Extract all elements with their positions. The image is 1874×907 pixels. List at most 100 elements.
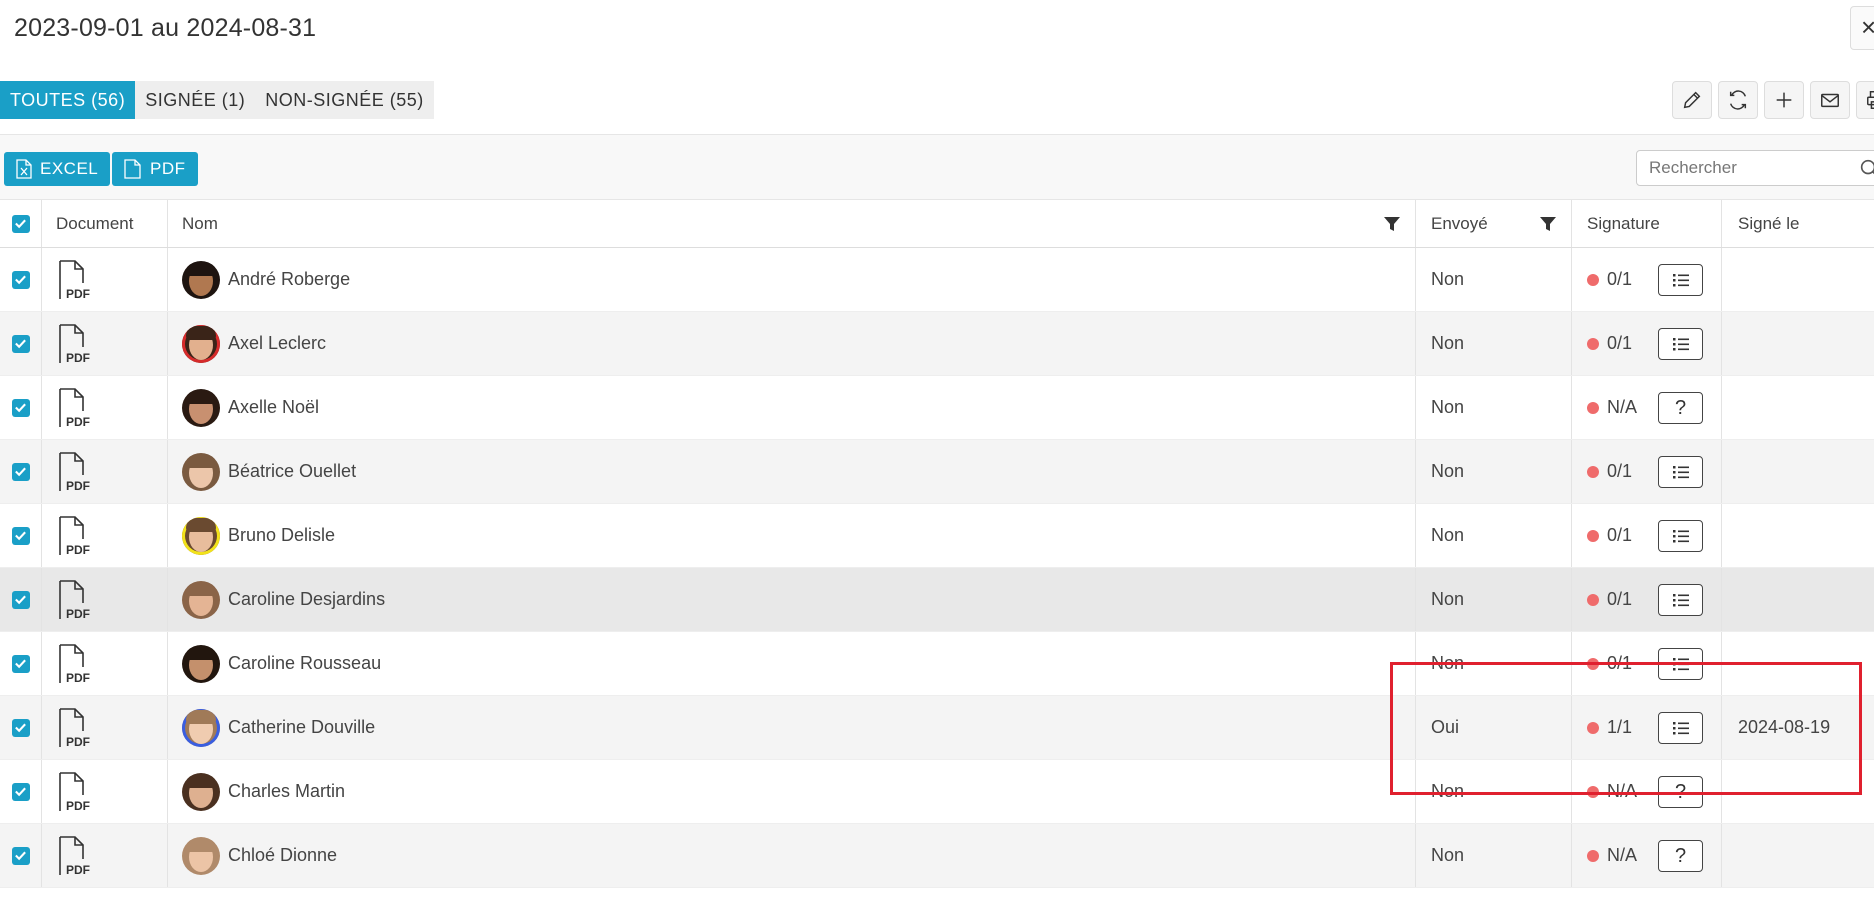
col-envoye[interactable]: Envoyé: [1416, 200, 1572, 247]
name-cell: Caroline Desjardins: [168, 568, 1416, 631]
pdf-document-icon[interactable]: PDF: [56, 323, 94, 365]
add-button[interactable]: [1764, 81, 1804, 119]
table-row[interactable]: PDF Charles Martin Non N/A ?: [0, 760, 1874, 824]
table-row[interactable]: PDF André Roberge Non 0/1: [0, 248, 1874, 312]
table-row[interactable]: PDF Catherine Douville Oui 1/1 2024-08-1…: [0, 696, 1874, 760]
excel-export-button[interactable]: EXCEL: [4, 152, 111, 186]
tab-toutes[interactable]: TOUTES (56): [0, 81, 136, 119]
row-checkbox[interactable]: [11, 270, 30, 289]
pdf-document-icon[interactable]: PDF: [56, 451, 94, 493]
table-row[interactable]: PDF Axelle Noël Non N/A ?: [0, 376, 1874, 440]
row-checkbox[interactable]: [11, 718, 30, 737]
row-checkbox[interactable]: [11, 846, 30, 865]
pdf-document-icon[interactable]: PDF: [56, 643, 94, 685]
person-name[interactable]: Catherine Douville: [228, 717, 375, 738]
envoye-value: Non: [1431, 525, 1465, 545]
svg-text:PDF: PDF: [66, 671, 90, 685]
person-name[interactable]: Bruno Delisle: [228, 525, 335, 546]
person-name[interactable]: Axelle Noël: [228, 397, 319, 418]
col-signe-le[interactable]: Signé le: [1722, 200, 1874, 247]
document-cell: PDF: [42, 568, 168, 631]
name-cell: Charles Martin: [168, 760, 1416, 823]
signature-value: 0/1: [1607, 525, 1633, 545]
person-name[interactable]: Chloé Dionne: [228, 845, 337, 866]
person-name[interactable]: Axel Leclerc: [228, 333, 326, 354]
filter-icon[interactable]: [1539, 215, 1557, 233]
signature-cell: N/A ?: [1572, 824, 1722, 887]
row-checkbox[interactable]: [11, 526, 30, 545]
row-checkbox[interactable]: [11, 334, 30, 353]
pdf-export-button[interactable]: PDF: [112, 152, 198, 186]
signature-help-button[interactable]: ?: [1658, 392, 1703, 424]
name-cell: Caroline Rousseau: [168, 632, 1416, 695]
person-name[interactable]: André Roberge: [228, 269, 350, 290]
svg-text:PDF: PDF: [66, 479, 90, 493]
avatar: [182, 388, 220, 427]
avatar: [182, 772, 220, 811]
svg-text:PDF: PDF: [66, 607, 90, 621]
tab-signee[interactable]: SIGNÉE (1): [135, 81, 256, 119]
check-icon: [15, 851, 26, 861]
signature-help-button[interactable]: ?: [1658, 840, 1703, 872]
refresh-button[interactable]: [1718, 81, 1758, 119]
avatar: [182, 708, 220, 747]
search-input[interactable]: [1636, 150, 1874, 186]
row-checkbox[interactable]: [11, 782, 30, 801]
row-checkbox[interactable]: [11, 398, 30, 417]
person-name[interactable]: Charles Martin: [228, 781, 345, 802]
pdf-document-icon[interactable]: PDF: [56, 387, 94, 429]
search-icon[interactable]: [1858, 157, 1874, 179]
status-dot: [1587, 593, 1599, 606]
signature-cell: N/A ?: [1572, 760, 1722, 823]
pdf-document-icon[interactable]: PDF: [56, 835, 94, 877]
signature-details-button[interactable]: [1658, 264, 1703, 296]
signature-cell: 0/1: [1572, 504, 1722, 567]
col-signature[interactable]: Signature: [1572, 200, 1722, 247]
person-name[interactable]: Caroline Desjardins: [228, 589, 385, 610]
table-row[interactable]: PDF Bruno Delisle Non 0/1: [0, 504, 1874, 568]
edit-button[interactable]: [1672, 81, 1712, 119]
table-row[interactable]: PDF Chloé Dionne Non N/A ?: [0, 824, 1874, 888]
status-dot: [1587, 721, 1599, 734]
person-name[interactable]: Caroline Rousseau: [228, 653, 381, 674]
pdf-document-icon[interactable]: PDF: [56, 259, 94, 301]
signed-date-cell: [1722, 760, 1874, 823]
col-nom[interactable]: Nom: [168, 200, 1416, 247]
pdf-document-icon[interactable]: PDF: [56, 579, 94, 621]
tab-non-signee[interactable]: NON-SIGNÉE (55): [255, 81, 434, 119]
grid-header: Document Nom Envoyé Signature Signé le: [0, 200, 1874, 248]
row-checkbox[interactable]: [11, 462, 30, 481]
row-checkbox[interactable]: [11, 590, 30, 609]
signature-details-button[interactable]: [1658, 712, 1703, 744]
status-dot: [1587, 657, 1599, 670]
avatar: [182, 452, 220, 491]
signature-details-button[interactable]: [1658, 520, 1703, 552]
col-document[interactable]: Document: [42, 200, 168, 247]
table-row[interactable]: PDF Caroline Desjardins Non 0/1: [0, 568, 1874, 632]
signature-details-button[interactable]: [1658, 456, 1703, 488]
select-all-checkbox[interactable]: [11, 214, 30, 233]
name-cell: Axelle Noël: [168, 376, 1416, 439]
print-button[interactable]: [1856, 81, 1874, 119]
table-row[interactable]: PDF Béatrice Ouellet Non 0/1: [0, 440, 1874, 504]
envoye-value: Non: [1431, 845, 1465, 865]
pdf-document-icon[interactable]: PDF: [56, 515, 94, 557]
signature-details-button[interactable]: [1658, 648, 1703, 680]
envoye-cell: Non: [1416, 248, 1572, 311]
envoye-cell: Non: [1416, 440, 1572, 503]
pdf-document-icon[interactable]: PDF: [56, 707, 94, 749]
signature-details-button[interactable]: [1658, 584, 1703, 616]
table-row[interactable]: PDF Caroline Rousseau Non 0/1: [0, 632, 1874, 696]
pdf-document-icon[interactable]: PDF: [56, 771, 94, 813]
signature-details-button[interactable]: [1658, 328, 1703, 360]
close-button[interactable]: ×: [1850, 6, 1874, 50]
document-cell: PDF: [42, 504, 168, 567]
signature-help-button[interactable]: ?: [1658, 776, 1703, 808]
row-checkbox[interactable]: [11, 654, 30, 673]
list-icon: [1672, 722, 1689, 735]
filter-icon[interactable]: [1383, 215, 1401, 233]
signed-date-cell: [1722, 312, 1874, 375]
table-row[interactable]: PDF Axel Leclerc Non 0/1: [0, 312, 1874, 376]
person-name[interactable]: Béatrice Ouellet: [228, 461, 356, 482]
email-button[interactable]: [1810, 81, 1850, 119]
